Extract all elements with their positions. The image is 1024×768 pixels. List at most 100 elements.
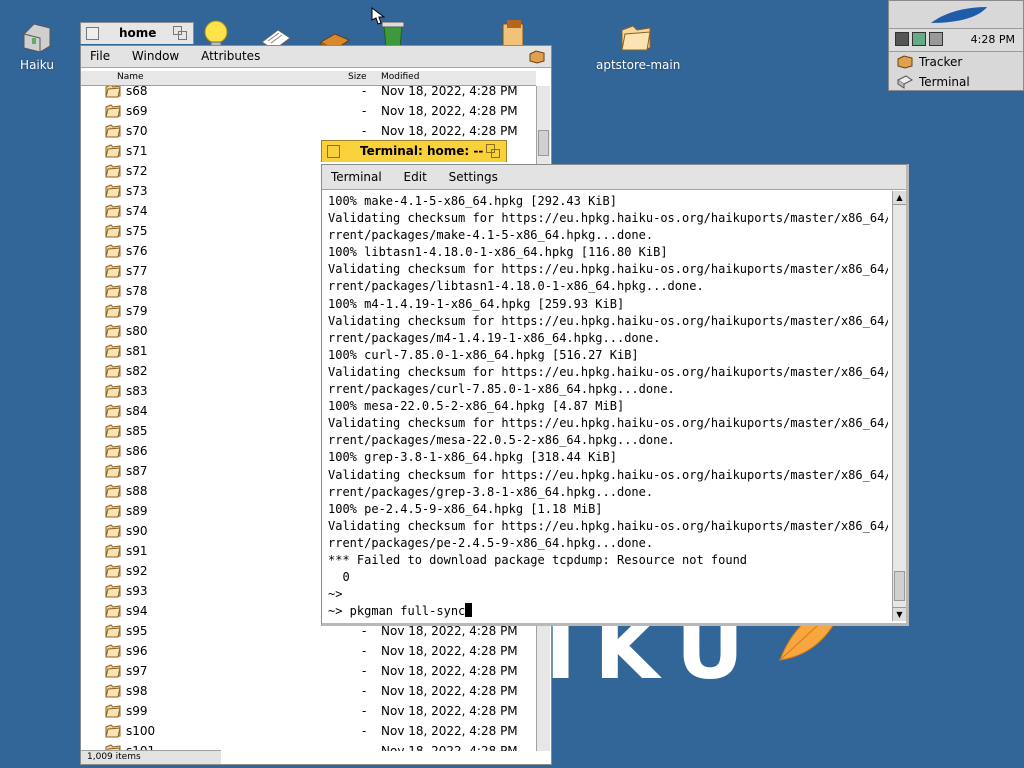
terminal-line: ~> — [328, 587, 343, 602]
close-icon[interactable] — [327, 145, 340, 158]
menu-file[interactable]: File — [81, 46, 119, 67]
table-row[interactable]: s96 - Nov 18, 2022, 4:28 PM — [81, 641, 536, 661]
file-name: s76 — [126, 244, 148, 258]
haiku-volume-icon — [23, 23, 51, 53]
file-name: s81 — [126, 344, 148, 358]
scroll-down-arrow-icon[interactable]: ▼ — [893, 607, 906, 621]
scroll-thumb[interactable] — [538, 130, 549, 156]
folder-icon — [105, 524, 121, 538]
file-modified: Nov 18, 2022, 4:28 PM — [381, 644, 518, 658]
file-size: - — [362, 644, 367, 658]
menu-terminal[interactable]: Terminal — [322, 165, 391, 190]
table-row[interactable]: s100 - Nov 18, 2022, 4:28 PM — [81, 721, 536, 741]
scroll-up-arrow-icon[interactable]: ▲ — [893, 191, 906, 205]
deskbar-clock[interactable]: 4:28 PM — [971, 33, 1015, 46]
terminal-line: rrent/packages/grep-3.8-1-x86_64.hpkg...… — [328, 484, 654, 499]
file-name: s87 — [126, 464, 148, 478]
terminal-line: *** Failed to download package tcpdump: … — [328, 552, 748, 567]
folder-icon — [105, 264, 121, 278]
menu-window[interactable]: Window — [123, 46, 188, 67]
terminal-window-tab[interactable]: Terminal: home: -- — [321, 140, 507, 162]
folder-icon — [105, 284, 121, 298]
terminal-line: 100% m4-1.4.19-1-x86_64.hpkg [259.93 KiB… — [328, 296, 625, 311]
file-name: s89 — [126, 504, 148, 518]
terminal-menubar: Terminal Edit Settings — [322, 165, 906, 190]
desktop-icon-aptstore-main[interactable]: aptstore-main — [596, 20, 680, 72]
file-name: s82 — [126, 364, 148, 378]
file-name: s73 — [126, 184, 148, 198]
table-row[interactable]: s97 - Nov 18, 2022, 4:28 PM — [81, 661, 536, 681]
table-row[interactable]: s70 - Nov 18, 2022, 4:28 PM — [81, 121, 536, 141]
folder-icon — [105, 684, 121, 698]
zoom-icon[interactable] — [173, 26, 187, 40]
column-header: Name Size Modified — [81, 71, 536, 86]
file-size: - — [362, 664, 367, 678]
terminal-command: ~> pkgman full-sync — [328, 604, 466, 619]
terminal-prompt-line[interactable]: ~> pkgman full-sync — [328, 603, 888, 620]
folder-icon — [105, 344, 121, 358]
table-row[interactable]: s69 - Nov 18, 2022, 4:28 PM — [81, 101, 536, 121]
file-name: s95 — [126, 624, 148, 638]
zoom-icon[interactable] — [486, 144, 500, 158]
terminal-window-title: Terminal: home: -- — [360, 144, 484, 158]
file-name: s79 — [126, 304, 148, 318]
terminal-line: 100% make-4.1-5-x86_64.hpkg [292.43 KiB] — [328, 194, 617, 208]
file-modified: Nov 18, 2022, 4:28 PM — [381, 704, 518, 718]
file-name: s93 — [126, 584, 148, 598]
deskbar-app-terminal[interactable]: Terminal — [889, 72, 1023, 92]
file-name: s75 — [126, 224, 148, 238]
file-name: s69 — [126, 104, 148, 118]
folder-icon — [105, 144, 121, 158]
deskbar-app-tracker[interactable]: Tracker — [889, 52, 1023, 72]
folder-icon — [105, 404, 121, 418]
file-name: s91 — [126, 544, 148, 558]
column-size-header[interactable]: Size — [348, 72, 366, 82]
deskbar-menu-button[interactable] — [889, 1, 1023, 29]
terminal-line: 100% pe-2.4.5-9-x86_64.hpkg [1.18 MiB] — [328, 501, 603, 516]
file-modified: Nov 18, 2022, 4:28 PM — [381, 684, 518, 698]
terminal-vertical-scrollbar[interactable]: ▲ ▼ — [892, 191, 906, 621]
terminal-output[interactable]: 100% make-4.1-5-x86_64.hpkg [292.43 KiB]… — [328, 193, 888, 621]
file-name: s70 — [126, 124, 148, 138]
file-name: s94 — [126, 604, 148, 618]
network-status-icon[interactable] — [912, 32, 926, 46]
terminal-icon — [897, 75, 913, 89]
folder-icon — [105, 324, 121, 338]
media-icon[interactable] — [929, 32, 943, 46]
file-name: s71 — [126, 144, 148, 158]
folder-icon — [105, 464, 121, 478]
table-row[interactable]: s98 - Nov 18, 2022, 4:28 PM — [81, 681, 536, 701]
tracker-window-title: home — [119, 26, 157, 40]
column-name-header[interactable]: Name — [117, 72, 144, 82]
terminal-line: Validating checksum for https://eu.hpkg.… — [328, 262, 888, 277]
table-row[interactable]: s68 - Nov 18, 2022, 4:28 PM — [81, 86, 536, 101]
file-name: s92 — [126, 564, 148, 578]
folder-icon — [105, 224, 121, 238]
folder-icon — [105, 384, 121, 398]
file-size: - — [362, 624, 367, 638]
tracker-window-tab[interactable]: home — [80, 22, 194, 44]
scroll-thumb[interactable] — [894, 571, 905, 601]
folder-icon — [105, 244, 121, 258]
close-icon[interactable] — [86, 27, 99, 40]
folder-icon — [105, 504, 121, 518]
table-row[interactable]: s99 - Nov 18, 2022, 4:28 PM — [81, 701, 536, 721]
folder-icon — [105, 124, 121, 138]
process-controller-icon[interactable] — [895, 32, 909, 46]
folder-icon — [105, 424, 121, 438]
menu-settings[interactable]: Settings — [440, 165, 507, 190]
folder-icon — [105, 624, 121, 638]
tracker-location-icon[interactable] — [529, 50, 545, 64]
deskbar: 4:28 PM Tracker Terminal — [888, 0, 1024, 91]
menu-edit[interactable]: Edit — [395, 165, 436, 190]
menu-attributes[interactable]: Attributes — [192, 46, 269, 67]
file-name: s98 — [126, 684, 148, 698]
terminal-line: Validating checksum for https://eu.hpkg.… — [328, 211, 888, 226]
tracker-icon — [897, 55, 913, 69]
hand-cursor-icon — [371, 7, 386, 25]
terminal-line: 100% libtasn1-4.18.0-1-x86_64.hpkg [116.… — [328, 245, 668, 260]
column-modified-header[interactable]: Modified — [381, 72, 419, 82]
folder-icon — [105, 544, 121, 558]
file-name: s78 — [126, 284, 148, 298]
desktop-icon-haiku[interactable]: Haiku — [0, 20, 77, 72]
